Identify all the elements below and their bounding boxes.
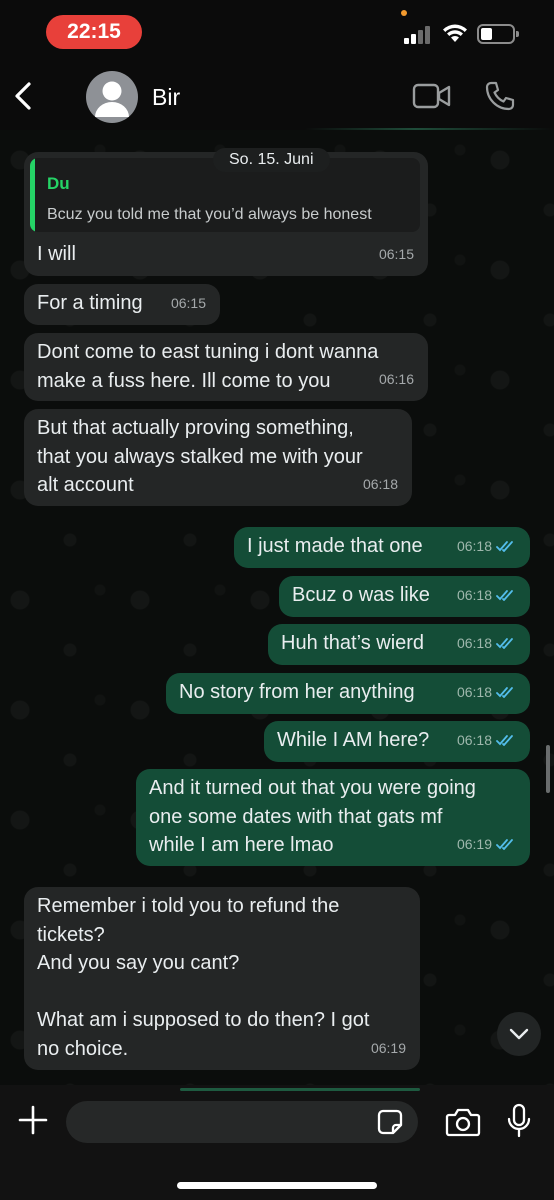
attach-button[interactable] (16, 1103, 50, 1142)
read-receipt-icon (496, 637, 513, 649)
sticker-button[interactable] (376, 1108, 404, 1141)
avatar-icon (95, 81, 129, 117)
message-text: Remember i told you to refund the ticket… (37, 895, 370, 1060)
read-receipt-icon (496, 686, 513, 698)
message-time: 06:19 (457, 830, 516, 859)
contact-name[interactable]: Bir (152, 84, 180, 111)
message-time: 06:19 (370, 1039, 406, 1056)
message-time: 06:18 (457, 678, 516, 707)
camera-icon (445, 1108, 481, 1137)
battery-icon (477, 24, 519, 44)
message-text: No story from her anything (179, 681, 415, 703)
quote-text: Bcuz you told me that you’d always be ho… (47, 206, 372, 223)
video-call-button[interactable] (412, 82, 452, 115)
message-time: 06:18 (457, 629, 516, 658)
message-text: While I AM here? (277, 729, 430, 751)
message-time: 06:16 (378, 370, 414, 387)
status-bar: 22:15 (0, 0, 554, 62)
message-bubble-outgoing[interactable]: And it turned out that you were going on… (136, 769, 530, 866)
message-time: 06:18 (457, 581, 516, 610)
read-receipt-icon (496, 540, 513, 552)
read-receipt-icon (496, 838, 513, 850)
chevron-down-icon (509, 1028, 529, 1040)
plus-icon (18, 1105, 48, 1135)
microphone-icon (507, 1103, 531, 1138)
message-time: 06:18 (457, 532, 516, 561)
message-bubble-outgoing[interactable]: Bcuz o was like 06:18 (279, 576, 530, 617)
contact-avatar[interactable] (86, 71, 138, 123)
read-receipt-icon (496, 589, 513, 601)
message-bubble-outgoing[interactable]: No story from her anything 06:18 (166, 673, 530, 714)
message-text: I just made that one (247, 535, 423, 557)
message-text: But that actually proving something, tha… (37, 417, 363, 496)
message-bubble-outgoing[interactable]: While I AM here? 06:18 (264, 721, 530, 762)
phone-icon (485, 81, 515, 111)
message-text: And it turned out that you were going on… (149, 777, 476, 856)
back-chevron-icon (15, 82, 31, 110)
scroll-indicator[interactable] (546, 745, 550, 793)
message-bubble-incoming[interactable]: For a timing 06:15 (24, 284, 220, 325)
quote-accent-bar (30, 158, 35, 232)
scroll-to-bottom-button[interactable] (497, 1012, 541, 1056)
message-bubble-incoming[interactable]: Dont come to east tuning i dont wanna ma… (24, 333, 428, 401)
message-text: I will (37, 243, 76, 265)
read-receipt-icon (496, 734, 513, 746)
wifi-icon (443, 24, 467, 42)
voice-call-button[interactable] (484, 80, 516, 117)
date-separator: So. 15. Juni (213, 148, 330, 172)
message-text: Huh that’s wierd (281, 632, 425, 654)
sticker-icon (377, 1109, 403, 1135)
message-input[interactable] (66, 1101, 418, 1143)
message-time: 06:18 (457, 726, 516, 755)
status-time[interactable]: 22:15 (46, 15, 142, 49)
microphone-button[interactable] (506, 1103, 532, 1144)
home-indicator[interactable] (177, 1182, 377, 1189)
message-bubble-outgoing[interactable]: Huh that’s wierd 06:18 (268, 624, 530, 665)
message-text: Bcuz o was like (292, 584, 430, 606)
message-time: 06:15 (170, 294, 206, 311)
message-text: Dont come to east tuning i dont wanna ma… (37, 341, 379, 392)
chat-header: Bir (0, 62, 554, 130)
privacy-indicator-dot (401, 10, 407, 16)
video-call-icon (412, 83, 451, 109)
back-button[interactable] (8, 76, 38, 116)
message-time: 06:18 (362, 475, 398, 492)
message-bubble-incoming[interactable]: But that actually proving something, tha… (24, 409, 412, 506)
composer-highlight (180, 1088, 420, 1091)
cellular-signal-icon (404, 24, 434, 44)
message-bubble-outgoing[interactable]: I just made that one 06:18 (234, 527, 530, 568)
camera-button[interactable] (445, 1107, 481, 1142)
quote-author: Du (47, 174, 70, 193)
message-text: For a timing (37, 292, 143, 314)
message-bubble-incoming[interactable]: Remember i told you to refund the ticket… (24, 887, 420, 1070)
message-time: 06:15 (378, 245, 414, 262)
